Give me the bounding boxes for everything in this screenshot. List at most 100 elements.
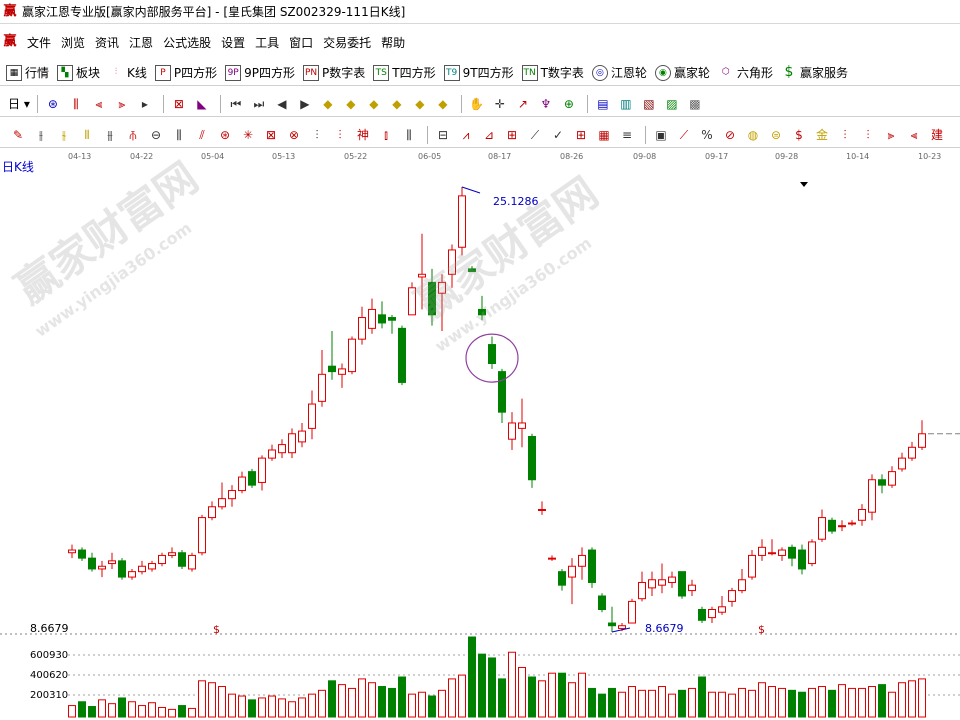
volume-bar <box>558 672 566 718</box>
chart-bars-icon[interactable]: ⫼ <box>66 94 86 114</box>
next-icon[interactable]: ▶ <box>295 94 315 114</box>
box-tool-icon[interactable]: ⊟ <box>433 125 453 145</box>
first-icon[interactable]: ⏮ <box>226 94 246 114</box>
money-tool-icon[interactable]: $ <box>789 125 809 145</box>
menu-gann[interactable]: 江恩 <box>124 34 158 51</box>
volume-bar <box>678 689 686 718</box>
volume-bar <box>488 657 496 718</box>
stairs-down-icon[interactable]: ⫷ <box>904 125 924 145</box>
table-tool-icon[interactable]: ⊞ <box>571 125 591 145</box>
down-bars-icon[interactable]: ⫶ <box>858 125 878 145</box>
toolbar-9p-square-button[interactable]: 9P 9P四方形 <box>225 64 295 81</box>
god-tool-icon[interactable]: 神 <box>353 125 373 145</box>
gann-square-icon[interactable]: ⊠ <box>261 125 281 145</box>
toolbar-sector-button[interactable]: ▚ 板块 <box>57 64 100 81</box>
gold-bar-icon[interactable]: 金 <box>812 125 832 145</box>
toolbar-p-table-button[interactable]: PN P数字表 <box>303 64 365 81</box>
diamond-zoom-in-icon[interactable]: ◆ <box>410 94 430 114</box>
calendar-icon[interactable]: ▤ <box>593 94 613 114</box>
globe-icon[interactable]: ⊕ <box>559 94 579 114</box>
coin-icon[interactable]: ◍ <box>743 125 763 145</box>
menu-file[interactable]: 文件 <box>22 34 56 51</box>
toolbar-service-button[interactable]: $ 赢家服务 <box>781 64 848 81</box>
menu-window[interactable]: 窗口 <box>284 34 318 51</box>
tree-icon[interactable]: ♆ <box>536 94 556 114</box>
toolbar-gann-wheel-button[interactable]: ◎ 江恩轮 <box>591 64 647 81</box>
notes-icon[interactable]: ▧ <box>639 94 659 114</box>
hand-icon[interactable]: ✋ <box>467 94 487 114</box>
parallel-lines-icon[interactable]: ⫲ <box>31 125 51 145</box>
slope-tool-icon[interactable]: ⟋ <box>525 125 545 145</box>
print-icon[interactable]: ▩ <box>685 94 705 114</box>
volume-bar <box>248 699 256 718</box>
kline-chart[interactable]: $ $ <box>0 165 960 720</box>
toolbar-t-table-button[interactable]: TN T数字表 <box>521 64 584 81</box>
menu-info[interactable]: 资讯 <box>90 34 124 51</box>
last-icon[interactable]: ⏭ <box>249 94 269 114</box>
up-bars-icon[interactable]: ⫶ <box>835 125 855 145</box>
calculator-icon[interactable]: ▥ <box>616 94 636 114</box>
menu-help[interactable]: 帮助 <box>376 34 410 51</box>
export-icon[interactable]: ▨ <box>662 94 682 114</box>
list-tool-icon[interactable]: ≡ <box>617 125 637 145</box>
angle-grid-icon[interactable]: ⊞ <box>502 125 522 145</box>
wave-tool-icon[interactable]: ⫶ <box>307 125 327 145</box>
channel-tool-icon[interactable]: ⫵ <box>100 125 120 145</box>
fib-tool-icon[interactable]: ⫴ <box>77 125 97 145</box>
menu-tools[interactable]: 工具 <box>250 34 284 51</box>
diamond-up-icon[interactable]: ◆ <box>364 94 384 114</box>
prev-icon[interactable]: ◀ <box>272 94 292 114</box>
toolbar-kline-button[interactable]: ⫶ K线 <box>108 64 147 81</box>
menu-browse[interactable]: 浏览 <box>56 34 90 51</box>
toolbar-hexagon-button[interactable]: ⬡ 六角形 <box>718 64 773 81</box>
diamond-down-icon[interactable]: ◆ <box>387 94 407 114</box>
menu-formula[interactable]: 公式选股 <box>158 34 216 51</box>
matrix-tool-icon[interactable]: ▦ <box>594 125 614 145</box>
volume-bar <box>858 687 866 718</box>
image-tool-icon[interactable]: ▣ <box>651 125 671 145</box>
gold-tool-icon[interactable]: ⊜ <box>766 125 786 145</box>
toolbar-9t-square-button[interactable]: T9 9T四方形 <box>443 64 514 81</box>
diamond-right-icon[interactable]: ◆ <box>341 94 361 114</box>
zoom-icon[interactable]: ⊛ <box>43 94 63 114</box>
volume-bar <box>668 693 676 718</box>
gann-cross-icon[interactable]: ⊗ <box>284 125 304 145</box>
chart-steps-icon[interactable]: ⫷ <box>89 94 109 114</box>
diamond-zoom-out-icon[interactable]: ◆ <box>433 94 453 114</box>
angle-fan-icon[interactable]: ⩘ <box>456 125 476 145</box>
crosshair-icon[interactable]: ✛ <box>490 94 510 114</box>
angle-box-icon[interactable]: ⊿ <box>479 125 499 145</box>
chart-tool-icon[interactable]: 建 <box>927 125 947 145</box>
diamond-left-icon[interactable]: ◆ <box>318 94 338 114</box>
fork-tool-icon[interactable]: ⫚ <box>123 125 143 145</box>
volume-bar <box>258 697 266 718</box>
chart-line-icon[interactable]: ⫸ <box>112 94 132 114</box>
bars-tool-icon[interactable]: ⫾ <box>376 125 396 145</box>
speed-tool-icon[interactable]: ⫽ <box>192 125 212 145</box>
menu-trade[interactable]: 交易委托 <box>318 34 376 51</box>
percent-icon[interactable]: % <box>697 125 717 145</box>
grid-tool-icon[interactable]: ⫼ <box>399 125 419 145</box>
period-selector[interactable]: 日 ▾ <box>8 95 30 112</box>
stairs-icon[interactable]: ⫸ <box>881 125 901 145</box>
toolbar-p-square-button[interactable]: P P四方形 <box>154 64 217 81</box>
pen-icon[interactable]: ✎ <box>8 125 28 145</box>
toolbar-quotes-button[interactable]: ▦ 行情 <box>6 64 49 81</box>
mark-tool-icon[interactable]: ⫶ <box>330 125 350 145</box>
date-tick: 10-23 <box>918 152 942 161</box>
toolbar-t-square-button[interactable]: TS T四方形 <box>373 64 436 81</box>
percent-box-icon[interactable]: ⊘ <box>720 125 740 145</box>
toolbar-winner-wheel-button[interactable]: ◉ 赢家轮 <box>654 64 710 81</box>
check-tool-icon[interactable]: ✓ <box>548 125 568 145</box>
kline-style-icon[interactable]: ⊠ <box>169 94 189 114</box>
circle-tool-icon[interactable]: ⊖ <box>146 125 166 145</box>
menu-settings[interactable]: 设置 <box>216 34 250 51</box>
cursor-icon[interactable]: ▸ <box>135 94 155 114</box>
gann-box-icon[interactable]: ⊛ <box>215 125 235 145</box>
arrow-tool-icon[interactable]: ↗ <box>513 94 533 114</box>
gann-star-icon[interactable]: ✳ <box>238 125 258 145</box>
flag-icon[interactable]: ◣ <box>192 94 212 114</box>
slash-tool-icon[interactable]: ⟋ <box>674 125 694 145</box>
fan-tool-icon[interactable]: ⫳ <box>54 125 74 145</box>
cycle-tool-icon[interactable]: ⫼ <box>169 125 189 145</box>
